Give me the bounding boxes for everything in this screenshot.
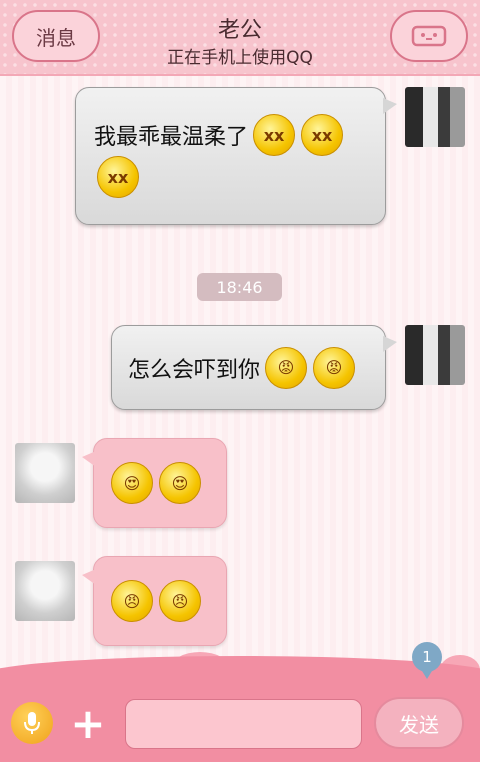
profile-button[interactable] xyxy=(390,10,468,62)
message-text: 怎么会吓到你 xyxy=(128,357,261,383)
message-bubble[interactable]: 😍 😍 xyxy=(82,438,227,528)
message-bubble[interactable]: 怎么会吓到你 😡 😡 xyxy=(111,325,397,410)
annoyed-emoji-icon: 😠 xyxy=(111,580,153,622)
dizzy-emoji-icon: ⅹⅹ xyxy=(253,114,296,156)
contact-avatar[interactable] xyxy=(15,443,75,503)
dizzy-emoji-icon: ⅹⅹ xyxy=(97,156,139,198)
profile-icon xyxy=(411,25,447,47)
message-input[interactable] xyxy=(125,699,362,749)
my-avatar[interactable] xyxy=(405,87,465,147)
microphone-icon xyxy=(24,712,40,734)
bubble-tail xyxy=(383,98,397,114)
plus-icon: + xyxy=(70,698,106,748)
dizzy-emoji-icon: ⅹⅹ xyxy=(301,114,344,156)
annoyed-emoji-icon: 😠 xyxy=(159,580,201,622)
heart-eyes-emoji-icon: 😍 xyxy=(111,462,153,504)
my-avatar[interactable] xyxy=(405,325,465,385)
bubble-tail xyxy=(383,336,397,352)
bubble-tail xyxy=(82,569,96,585)
bubble-tail xyxy=(82,451,96,467)
voice-button[interactable] xyxy=(11,702,53,744)
angry-emoji-icon: 😡 xyxy=(265,346,308,389)
contact-avatar[interactable] xyxy=(15,561,75,621)
add-button[interactable]: + xyxy=(68,698,108,748)
message-text: 我最乖最温柔了 xyxy=(94,125,249,150)
heart-eyes-emoji-icon: 😍 xyxy=(159,462,201,504)
unread-badge[interactable]: 1 xyxy=(412,642,442,679)
chat-header: 消息 老公 正在手机上使用QQ xyxy=(0,0,480,76)
send-button[interactable]: 发送 xyxy=(374,697,464,749)
message-bubble[interactable]: 我最乖最温柔了 ⅹⅹ ⅹⅹ ⅹⅹ xyxy=(75,87,397,225)
angry-emoji-icon: 😡 xyxy=(313,346,356,389)
timestamp: 18:46 xyxy=(197,273,282,301)
message-bubble[interactable]: 😠 😠 xyxy=(82,556,227,646)
